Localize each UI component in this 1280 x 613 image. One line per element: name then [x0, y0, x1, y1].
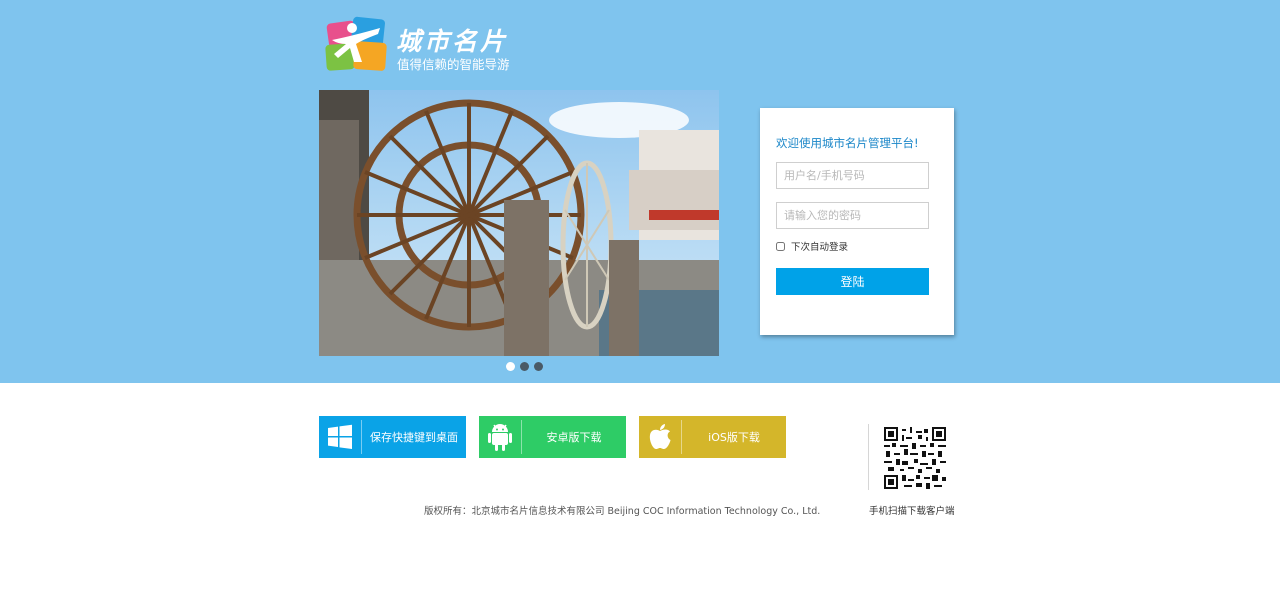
copyright-text: 版权所有：北京城市名片信息技术有限公司 Beijing COC Informat… [424, 506, 821, 517]
apple-icon [639, 416, 681, 458]
remember-label: 下次自动登录 [791, 242, 849, 253]
remember-checkbox[interactable] [776, 241, 785, 251]
windows-icon [319, 416, 361, 458]
slider-dots [506, 362, 546, 372]
waterwheel-photo [319, 90, 719, 356]
android-icon [479, 416, 521, 458]
login-panel: 欢迎使用城市名片管理平台! 下次自动登录 登陆 [760, 108, 954, 335]
windows-button-label: 保存快捷键到桌面 [370, 431, 458, 444]
logo-mark-icon [325, 16, 387, 71]
logo-subtitle: 值得信赖的智能导游 [397, 57, 510, 72]
qr-code-icon [884, 427, 946, 489]
windows-shortcut-button[interactable]: 保存快捷键到桌面 [319, 416, 466, 458]
ios-download-button[interactable]: iOS版下载 [639, 416, 786, 458]
slide-dot-2[interactable] [520, 362, 529, 371]
login-button[interactable]: 登陆 [776, 268, 929, 295]
image-slider[interactable] [319, 90, 719, 356]
footer-divider [868, 424, 869, 490]
logo[interactable]: 城市名片 值得信赖的智能导游 [322, 14, 522, 74]
slide-dot-3[interactable] [534, 362, 543, 371]
login-title: 欢迎使用城市名片管理平台! [776, 136, 919, 150]
qr-caption: 手机扫描下载客户端 [869, 506, 955, 517]
username-input[interactable] [776, 162, 929, 189]
slide-dot-1[interactable] [506, 362, 515, 371]
android-button-label: 安卓版下载 [546, 431, 602, 444]
ios-button-label: iOS版下载 [708, 431, 760, 444]
password-input[interactable] [776, 202, 929, 229]
logo-title: 城市名片 [396, 27, 509, 56]
android-download-button[interactable]: 安卓版下载 [479, 416, 626, 458]
remember-me[interactable]: 下次自动登录 [776, 240, 849, 253]
